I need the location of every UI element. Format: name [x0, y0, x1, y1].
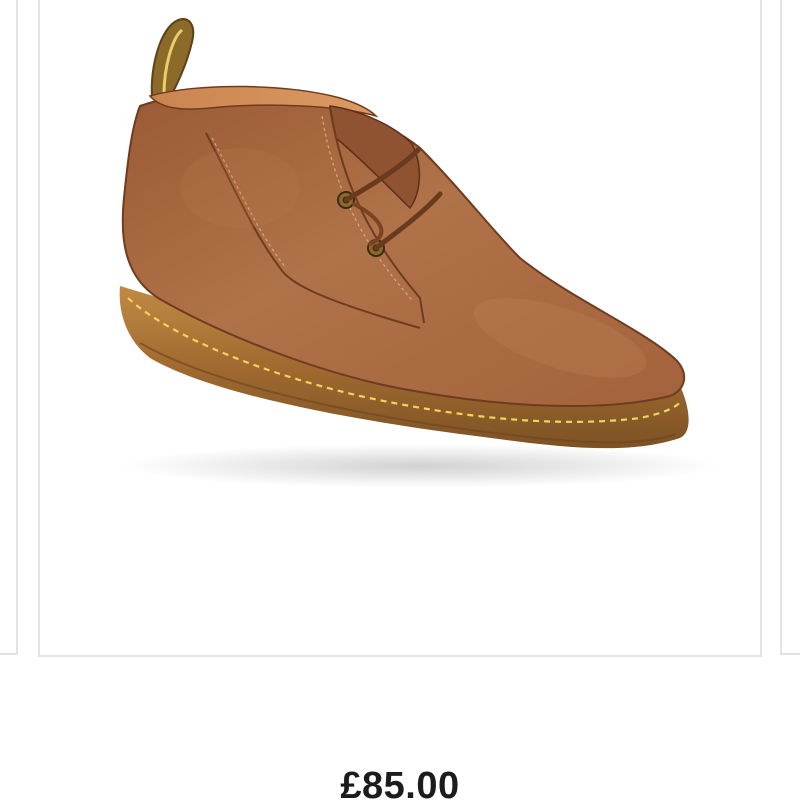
product-image-frame[interactable] [38, 0, 762, 657]
next-product-card-edge[interactable] [780, 0, 800, 655]
product-listing: £85.00 [0, 0, 800, 800]
previous-product-card-edge[interactable] [0, 0, 18, 655]
product-price: £85.00 [340, 765, 460, 800]
brown-leather-chukka-boot-icon[interactable] [40, 0, 760, 655]
